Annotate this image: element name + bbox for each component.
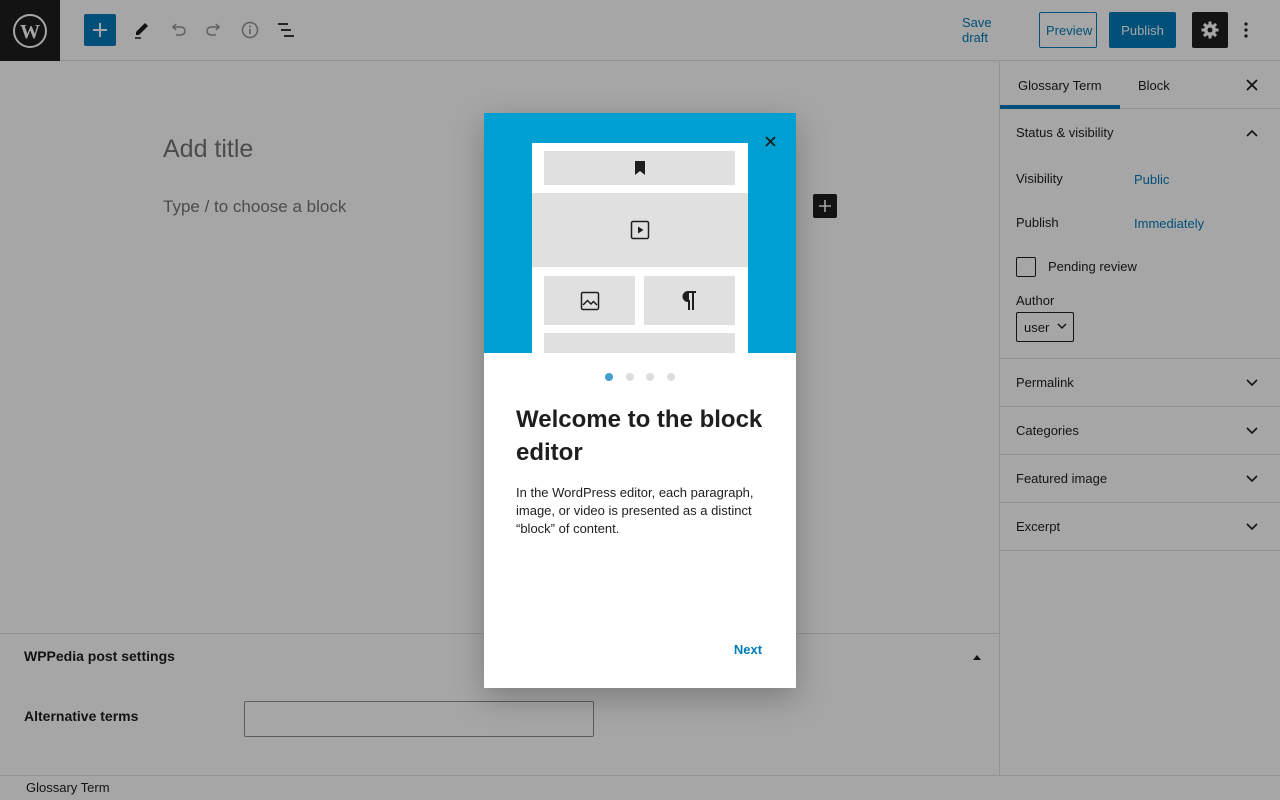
illustration-block (544, 333, 735, 353)
paragraph-icon (682, 290, 696, 310)
illustration-block (544, 276, 635, 325)
close-modal-button[interactable] (760, 131, 780, 151)
illustration-block (532, 193, 748, 267)
close-icon (764, 135, 776, 147)
illustration-block (544, 151, 735, 185)
video-icon (630, 220, 650, 240)
welcome-guide-modal: Welcome to the block editor In the WordP… (484, 113, 796, 688)
image-icon (580, 291, 599, 310)
illustration-frame (532, 143, 748, 353)
page-dot[interactable] (605, 373, 613, 381)
welcome-illustration (484, 113, 796, 353)
illustration-block (644, 276, 735, 325)
bookmark-icon (634, 161, 645, 175)
page-dot[interactable] (646, 373, 655, 381)
modal-heading: Welcome to the block editor (516, 406, 763, 466)
page-dots (605, 373, 675, 383)
page-dot[interactable] (625, 373, 634, 381)
page-dot[interactable] (666, 373, 675, 381)
next-button[interactable]: Next (724, 639, 772, 659)
modal-description: In the WordPress editor, each paragraph,… (516, 485, 754, 536)
